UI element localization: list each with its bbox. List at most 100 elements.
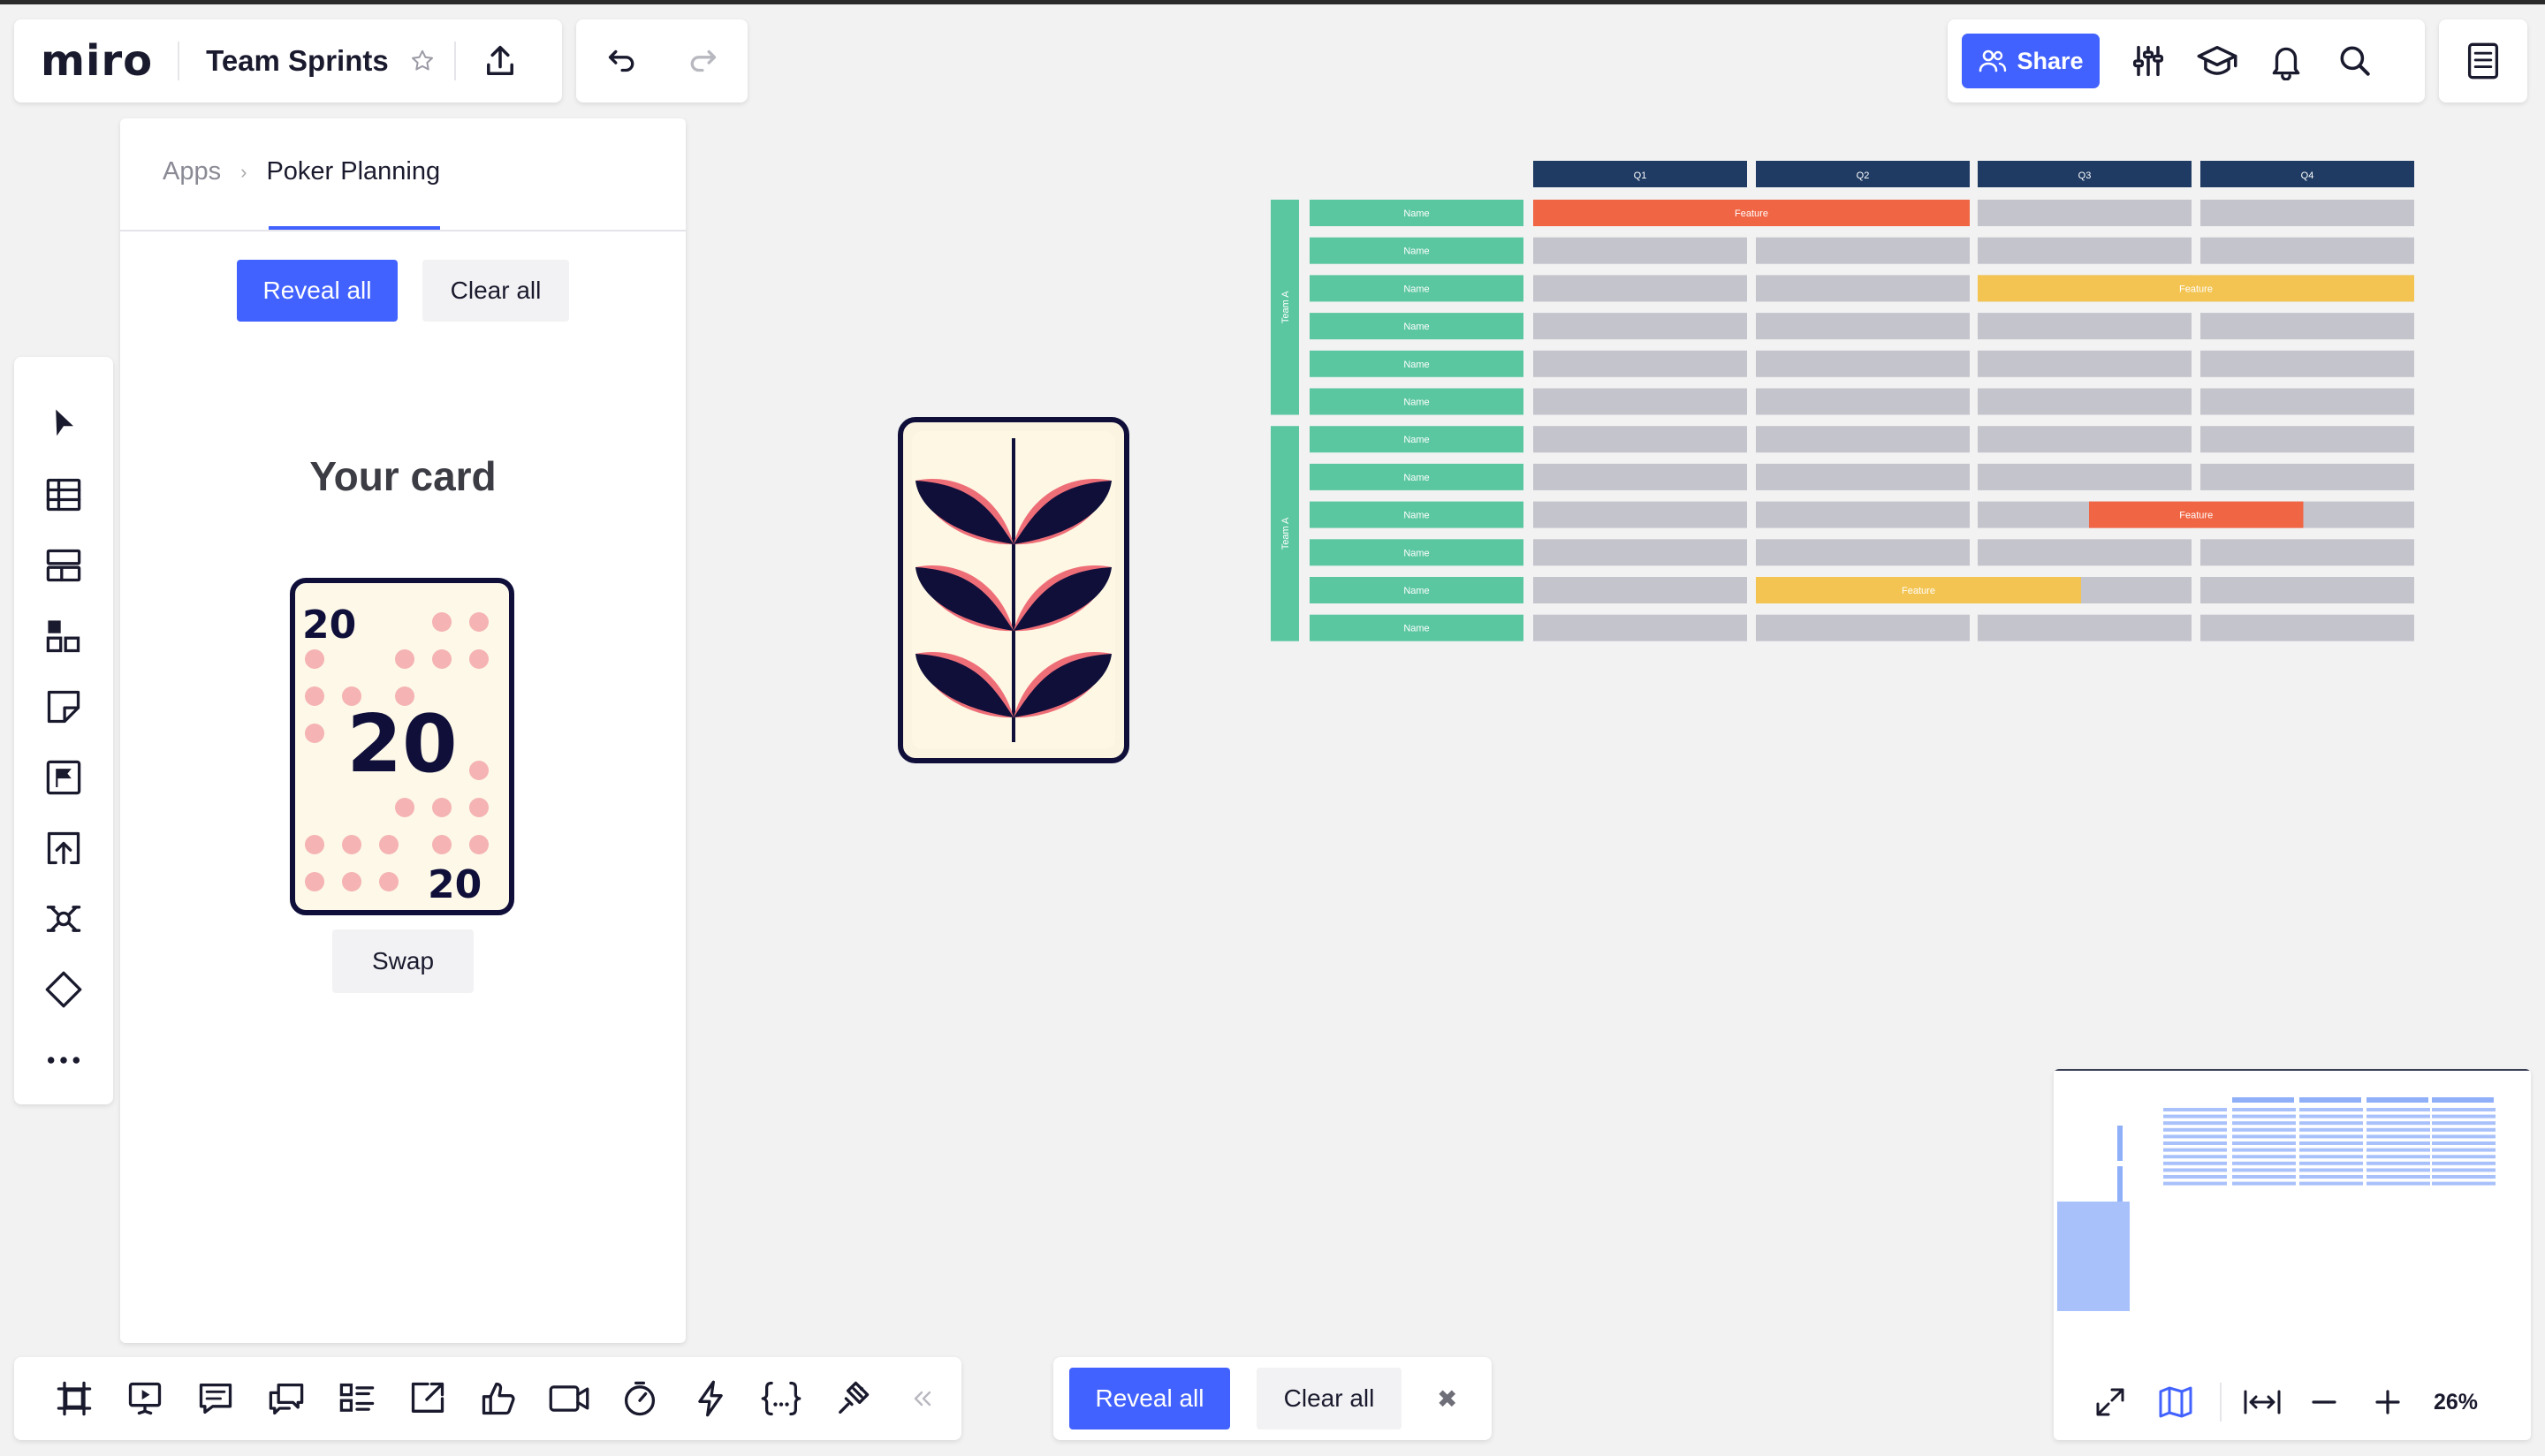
quarter-label[interactable]: Q4 bbox=[2301, 171, 2314, 181]
map-icon[interactable] bbox=[2149, 1376, 2202, 1429]
template-icon[interactable] bbox=[28, 530, 99, 601]
gantt-cell[interactable] bbox=[1978, 426, 2192, 453]
gantt-cell[interactable] bbox=[2200, 463, 2414, 490]
code-icon[interactable] bbox=[746, 1363, 817, 1434]
quarter-label[interactable]: Q1 bbox=[1634, 171, 1647, 181]
timer-icon[interactable] bbox=[604, 1363, 675, 1434]
settings-sliders-icon[interactable] bbox=[2117, 30, 2179, 92]
chat-icon[interactable] bbox=[251, 1363, 322, 1434]
feature-label[interactable]: Feature bbox=[2179, 511, 2213, 521]
table-icon[interactable] bbox=[28, 459, 99, 530]
swap-button[interactable]: Swap bbox=[332, 929, 474, 993]
redo-icon[interactable] bbox=[679, 34, 732, 87]
star-icon[interactable] bbox=[406, 45, 438, 77]
gantt-cell[interactable] bbox=[1978, 350, 2192, 377]
gantt-cell[interactable] bbox=[2200, 614, 2414, 641]
gantt-cell[interactable] bbox=[2200, 350, 2414, 377]
name-label[interactable]: Name bbox=[1403, 511, 1429, 521]
mindmap-icon[interactable] bbox=[28, 883, 99, 954]
roadmap-table[interactable]: Q1 Q2 Q3 Q4 Team A Team A Name Name Name Name Name… bbox=[1271, 161, 2420, 643]
close-icon[interactable]: ✖ bbox=[1437, 1384, 1457, 1414]
gantt-cell[interactable] bbox=[2200, 200, 2414, 226]
reveal-all-button[interactable]: Reveal all bbox=[1069, 1368, 1230, 1429]
gantt-cell[interactable] bbox=[1533, 501, 1747, 528]
gantt-cell[interactable] bbox=[2200, 426, 2414, 453]
gantt-cell[interactable] bbox=[2200, 388, 2414, 415]
clear-all-button[interactable]: Clear all bbox=[1257, 1368, 1402, 1429]
name-label[interactable]: Name bbox=[1403, 284, 1429, 294]
gantt-cell[interactable] bbox=[1756, 237, 1970, 264]
name-label[interactable]: Name bbox=[1403, 209, 1429, 219]
select-icon[interactable] bbox=[28, 389, 99, 459]
zoom-out-icon[interactable] bbox=[2298, 1376, 2351, 1429]
cards-icon[interactable] bbox=[322, 1363, 392, 1434]
gantt-cell[interactable] bbox=[1533, 350, 1747, 377]
gantt-cell[interactable] bbox=[2200, 539, 2414, 566]
gantt-cell[interactable] bbox=[1978, 237, 2192, 264]
breadcrumb-apps[interactable]: Apps bbox=[163, 157, 221, 186]
gantt-cell[interactable] bbox=[1978, 200, 2192, 226]
gantt-cell[interactable] bbox=[1978, 463, 2192, 490]
name-label[interactable]: Name bbox=[1403, 360, 1429, 370]
gantt-cell[interactable] bbox=[1756, 313, 1970, 340]
search-icon[interactable] bbox=[2324, 30, 2386, 92]
board-title[interactable]: Team Sprints bbox=[206, 44, 389, 78]
diamond-icon[interactable] bbox=[28, 954, 99, 1025]
notifications-bell-icon[interactable] bbox=[2255, 30, 2317, 92]
frame-icon[interactable] bbox=[28, 742, 99, 813]
gantt-cell[interactable] bbox=[1756, 388, 1970, 415]
learning-hat-icon[interactable] bbox=[2186, 30, 2248, 92]
quarter-label[interactable]: Q2 bbox=[1857, 171, 1870, 181]
share-button[interactable]: Share bbox=[1962, 34, 2100, 88]
voting-icon[interactable] bbox=[463, 1363, 534, 1434]
selected-poker-card[interactable]: 20 20 20 bbox=[290, 578, 514, 915]
presentation-icon[interactable] bbox=[110, 1363, 180, 1434]
gantt-cell[interactable] bbox=[1533, 614, 1747, 641]
gantt-cell[interactable] bbox=[2200, 577, 2414, 603]
miro-logo[interactable]: miro bbox=[41, 36, 153, 86]
gantt-cell[interactable] bbox=[1533, 577, 1747, 603]
apps-icon[interactable] bbox=[817, 1363, 887, 1434]
minimap-preview[interactable] bbox=[2054, 1073, 2531, 1338]
name-label[interactable]: Name bbox=[1403, 322, 1429, 332]
upload-icon[interactable] bbox=[28, 813, 99, 883]
undo-icon[interactable] bbox=[593, 34, 646, 87]
gantt-cell[interactable] bbox=[2200, 237, 2414, 264]
fullscreen-icon[interactable] bbox=[2084, 1376, 2137, 1429]
clear-all-button[interactable]: Clear all bbox=[422, 260, 569, 322]
gantt-cell[interactable] bbox=[1533, 237, 1747, 264]
gantt-cell[interactable] bbox=[1533, 463, 1747, 490]
feature-label[interactable]: Feature bbox=[1902, 586, 1935, 596]
gantt-cell[interactable] bbox=[1978, 614, 2192, 641]
gantt-cell[interactable] bbox=[1978, 313, 2192, 340]
collapse-icon[interactable] bbox=[887, 1363, 958, 1434]
name-label[interactable]: Name bbox=[1403, 398, 1429, 408]
more-icon[interactable] bbox=[28, 1025, 99, 1096]
zoom-level[interactable]: 26% bbox=[2434, 1390, 2478, 1415]
gantt-cell[interactable] bbox=[1533, 426, 1747, 453]
share-screen-icon[interactable] bbox=[392, 1363, 463, 1434]
gantt-cell[interactable] bbox=[1533, 539, 1747, 566]
name-label[interactable]: Name bbox=[1403, 624, 1429, 634]
breadcrumb-current[interactable]: Poker Planning bbox=[266, 157, 440, 186]
gantt-cell[interactable] bbox=[1533, 275, 1747, 302]
sticky-note-icon[interactable] bbox=[28, 671, 99, 742]
name-label[interactable]: Name bbox=[1403, 246, 1429, 257]
gantt-cell[interactable] bbox=[2200, 313, 2414, 340]
name-label[interactable]: Name bbox=[1403, 473, 1429, 483]
name-label[interactable]: Name bbox=[1403, 435, 1429, 445]
frames-icon[interactable] bbox=[39, 1363, 110, 1434]
name-label[interactable]: Name bbox=[1403, 548, 1429, 558]
gantt-cell[interactable] bbox=[1756, 614, 1970, 641]
feature-label[interactable]: Feature bbox=[1735, 209, 1768, 219]
gantt-cell[interactable] bbox=[1756, 350, 1970, 377]
gantt-cell[interactable] bbox=[1756, 463, 1970, 490]
gantt-cell[interactable] bbox=[1756, 426, 1970, 453]
fit-to-screen-icon[interactable] bbox=[2236, 1376, 2289, 1429]
gantt-cell[interactable] bbox=[1756, 275, 1970, 302]
activity-icon[interactable] bbox=[675, 1363, 746, 1434]
video-icon[interactable] bbox=[534, 1363, 604, 1434]
gantt-cell[interactable] bbox=[1978, 539, 2192, 566]
team-label[interactable]: Team A bbox=[1280, 291, 1291, 323]
comments-icon[interactable] bbox=[180, 1363, 251, 1434]
